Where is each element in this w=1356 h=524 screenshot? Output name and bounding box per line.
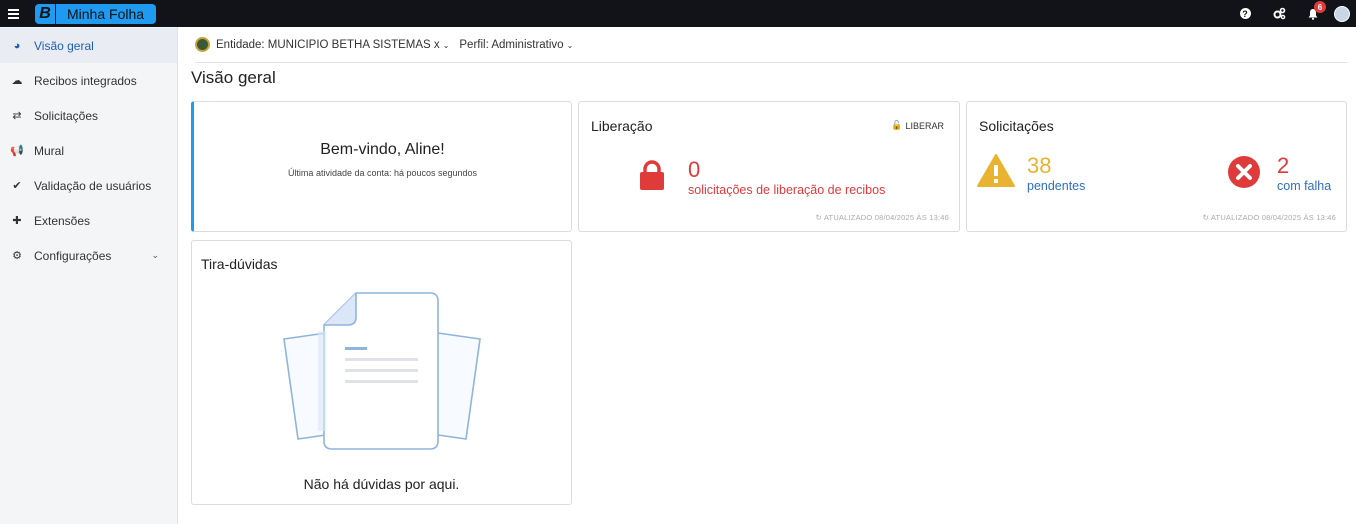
sidebar-item-extensoes[interactable]: ✚ Extensões	[0, 203, 177, 238]
chevron-down-icon: ⌄	[566, 40, 574, 50]
puzzle-icon: ✚	[12, 215, 22, 227]
liberar-button[interactable]: 🔓 LIBERAR	[891, 120, 944, 131]
entity-label: Entidade: MUNICIPIO BETHA SISTEMAS x	[216, 38, 440, 51]
sidebar-item-label: Solicitações	[34, 108, 99, 123]
empty-documents-illustration	[283, 292, 481, 450]
sidebar-item-validacao-usuarios[interactable]: ✔ Validação de usuários	[0, 168, 177, 203]
main-content: Entidade: MUNICIPIO BETHA SISTEMAS x ⌄ Pe…	[191, 27, 1347, 100]
sidebar-item-solicitacoes[interactable]: ⇄ Solicitações	[0, 98, 177, 133]
sidebar-item-label: Validação de usuários	[34, 178, 152, 193]
lock-icon	[640, 160, 664, 190]
sidebar-item-label: Recibos integrados	[34, 73, 137, 88]
unlock-icon: 🔓	[891, 120, 903, 130]
error-circle-icon	[1228, 156, 1260, 188]
sidebar-item-visao-geral[interactable]: ◕ Visão geral	[0, 28, 177, 63]
welcome-heading: Bem-vindo, Aline!	[320, 141, 445, 158]
sidebar-item-mural[interactable]: 📢 Mural	[0, 133, 177, 168]
card-title: Solicitações	[979, 118, 1054, 134]
sidebar-item-recibos-integrados[interactable]: ☁ Recibos integrados	[0, 63, 177, 98]
page-title: Visão geral	[191, 68, 276, 87]
notification-badge: 6	[1314, 1, 1326, 13]
chevron-down-icon: ⌄	[442, 40, 450, 50]
welcome-card: Bem-vindo, Aline! Última atividade da co…	[191, 101, 572, 232]
pending-count: 38	[1027, 153, 1052, 178]
failed-stat[interactable]: 2 com falha	[1277, 155, 1331, 194]
hamburger-icon	[8, 12, 19, 15]
liberacao-card: Liberação 🔓 LIBERAR 0 solicitações de lib…	[578, 101, 960, 232]
cogs-icon: ⚙	[12, 250, 22, 262]
user-avatar[interactable]	[1334, 5, 1350, 22]
last-updated-text: ↻ ATUALIZADO 08/04/2025 ÀS 13:46	[815, 213, 949, 222]
exchange-icon: ⇄	[12, 110, 22, 122]
failed-label: com falha	[1277, 179, 1332, 193]
app-name: Minha Folha	[56, 3, 157, 24]
failed-count: 2	[1277, 153, 1290, 178]
sidebar-item-label: Visão geral	[34, 38, 94, 53]
pending-stat[interactable]: 38 pendentes	[1027, 155, 1085, 194]
entity-selector[interactable]: Entidade: MUNICIPIO BETHA SISTEMAS x ⌄	[216, 39, 449, 51]
last-activity-text: Última atividade da conta: há poucos seg…	[287, 168, 478, 178]
last-updated-text: ↻ ATUALIZADO 08/04/2025 ÀS 13:46	[1202, 213, 1336, 222]
profile-label: Perfil: Administrativo	[459, 38, 564, 51]
check-icon: ✔	[12, 180, 22, 192]
chevron-down-icon: ⌄	[151, 250, 159, 260]
tira-duvidas-card: Tira-dúvidas Não há dúvidas por aqui.	[191, 240, 572, 505]
top-bar: B Minha Folha ? 6	[0, 0, 1356, 27]
notifications-button[interactable]: 6	[1296, 0, 1330, 27]
card-title: Tira-dúvidas	[201, 256, 278, 272]
settings-button[interactable]	[1262, 0, 1296, 27]
profile-selector[interactable]: Perfil: Administrativo ⌄	[459, 39, 573, 51]
sidebar-item-label: Extensões	[34, 213, 91, 228]
liberacao-count: 0	[688, 157, 701, 182]
sidebar-item-label: Mural	[34, 143, 65, 158]
pending-label: pendentes	[1027, 179, 1086, 193]
app-brand[interactable]: B Minha Folha	[35, 3, 157, 24]
sidebar: ◕ Visão geral ☁ Recibos integrados ⇄ Sol…	[0, 27, 178, 524]
bullhorn-icon: 📢	[10, 145, 24, 157]
empty-state-text: Não há dúvidas por aqui.	[303, 476, 460, 492]
entity-seal-icon	[195, 37, 210, 52]
cogs-icon	[1273, 7, 1285, 20]
sidebar-item-label: Configurações	[34, 248, 112, 263]
card-title: Liberação	[591, 118, 653, 134]
context-filters: Entidade: MUNICIPIO BETHA SISTEMAS x ⌄ Pe…	[195, 27, 1347, 63]
solicitacoes-card: Solicitações 38 pendentes 2 com falha ↻ …	[966, 101, 1347, 232]
brand-logo: B	[35, 3, 55, 24]
sidebar-item-configuracoes[interactable]: ⚙ Configurações ⌄	[0, 238, 177, 273]
warning-icon	[977, 154, 1015, 187]
help-button[interactable]: ?	[1228, 0, 1262, 27]
question-circle-icon: ?	[1239, 8, 1251, 19]
cloud-download-icon: ☁	[11, 75, 23, 87]
menu-toggle-button[interactable]	[0, 0, 27, 27]
liberar-label: LIBERAR	[905, 120, 944, 131]
pie-chart-icon: ◕	[13, 39, 21, 52]
liberacao-label: solicitações de liberação de recibos	[688, 183, 886, 197]
